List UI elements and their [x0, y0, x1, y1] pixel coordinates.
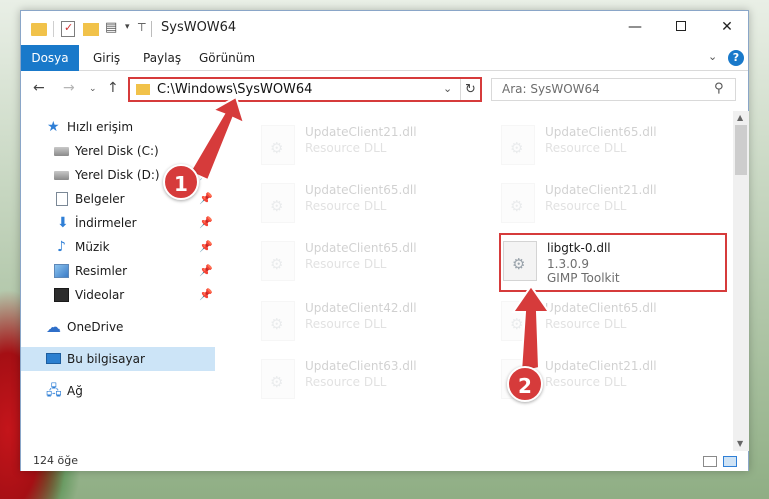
- arrow-1: [188, 95, 246, 182]
- annotation-arrows: [188, 95, 551, 374]
- arrow-2: [511, 284, 551, 374]
- step-2-badge: 2: [507, 366, 543, 402]
- step-1-badge: 1: [163, 164, 199, 200]
